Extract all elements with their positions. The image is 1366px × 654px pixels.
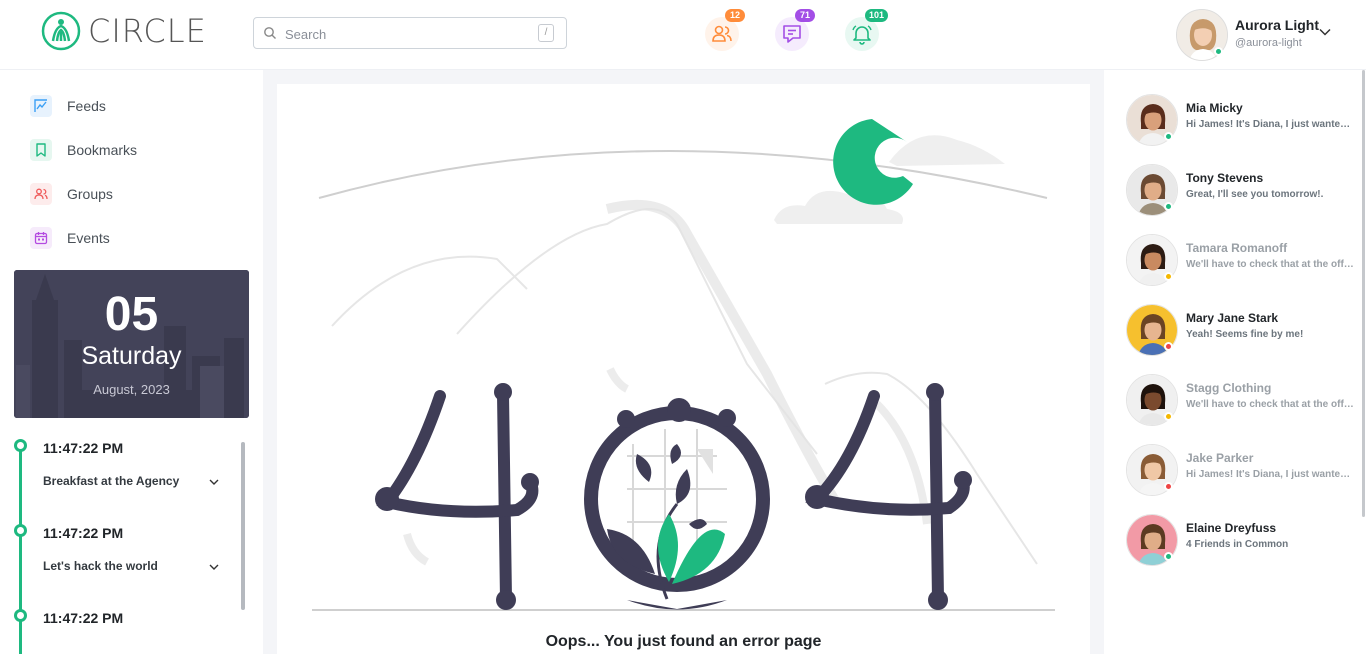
error-404-illustration	[312, 119, 1055, 611]
users-icon	[30, 183, 52, 205]
status-dot	[1164, 342, 1173, 351]
nav-label: Bookmarks	[67, 142, 138, 158]
feeds-icon	[30, 95, 52, 117]
left-sidebar: Feeds Bookmarks Groups Events 05 Saturda…	[0, 70, 263, 654]
status-dot	[1164, 482, 1173, 491]
search-box[interactable]: /	[253, 17, 567, 49]
contact-name: Elaine Dreyfuss	[1186, 521, 1277, 535]
top-header: CIRCLE / 12 71 101	[0, 0, 1366, 70]
contact-last-message: Yeah! Seems fine by me!	[1186, 329, 1304, 340]
timeline-time: 11:47:22 PM	[43, 440, 124, 456]
contact-name: Mary Jane Stark	[1186, 311, 1279, 325]
notifications-button[interactable]: 101	[845, 9, 889, 51]
chevron-down-icon[interactable]	[208, 476, 220, 488]
nav-item-bookmarks[interactable]: Bookmarks	[30, 138, 137, 162]
contact-name: Mia Micky	[1186, 101, 1243, 115]
contact-last-message: Great, I'll see you tomorrow!.	[1186, 189, 1324, 200]
messages-badge: 71	[795, 9, 815, 22]
logo-text: CIRCLE	[88, 12, 207, 50]
users-icon	[712, 25, 732, 42]
error-card: Oops... You just found an error page	[277, 84, 1090, 654]
timeline-event-title: Let's hack the world	[43, 559, 158, 573]
message-icon	[783, 25, 801, 43]
error-message: Oops... You just found an error page	[545, 633, 822, 650]
timeline-scrollbar[interactable]	[241, 442, 245, 610]
search-icon	[264, 27, 276, 39]
date-weekday: Saturday	[81, 342, 182, 370]
events-timeline: 11:47:22 PM Breakfast at the Agency 11:4…	[12, 438, 237, 654]
timeline-dot	[14, 439, 27, 452]
date-day: 05	[104, 288, 159, 341]
profile-menu[interactable]: Aurora Light @aurora-light	[1176, 9, 1346, 61]
timeline-line	[19, 444, 22, 654]
nav-item-groups[interactable]: Groups	[30, 182, 113, 206]
profile-handle: @aurora-light	[1235, 37, 1302, 49]
contact-name: Stagg Clothing	[1186, 381, 1272, 395]
contact-name: Tamara Romanoff	[1186, 241, 1288, 255]
contact-item[interactable]: Stagg Clothing We'll have to check that a…	[1126, 374, 1356, 428]
status-dot	[1164, 412, 1173, 421]
bookmark-icon	[30, 139, 52, 161]
timeline-dot	[14, 609, 27, 622]
notifications-badge: 101	[865, 9, 889, 22]
friends-badge: 12	[725, 9, 745, 22]
logo[interactable]: CIRCLE	[40, 10, 207, 52]
contact-last-message: We'll have to check that at the office	[1186, 259, 1356, 270]
contact-item[interactable]: Tony Stevens Great, I'll see you tomorrow…	[1126, 164, 1356, 218]
timeline-time: 11:47:22 PM	[43, 525, 124, 541]
contact-last-message: 4 Friends in Common	[1186, 539, 1289, 550]
contact-name: Tony Stevens	[1186, 171, 1264, 185]
timeline-time: 11:47:22 PM	[43, 610, 124, 626]
profile-name: Aurora Light	[1235, 17, 1319, 33]
contact-item[interactable]: Mary Jane Stark Yeah! Seems fine by me!	[1126, 304, 1356, 358]
online-status-dot	[1214, 47, 1223, 56]
date-card: 05 Saturday August, 2023	[14, 270, 249, 418]
chevron-down-icon[interactable]	[1318, 25, 1332, 39]
contact-last-message: Hi James! It's Diana, I just wanted to l…	[1186, 119, 1356, 130]
chevron-down-icon[interactable]	[208, 561, 220, 573]
nav-item-feeds[interactable]: Feeds	[30, 94, 106, 118]
status-dot	[1164, 132, 1173, 141]
nav-label: Feeds	[67, 98, 106, 114]
search-shortcut-key: /	[538, 24, 554, 42]
friends-button[interactable]: 12	[705, 9, 745, 51]
nav-label: Events	[67, 230, 110, 246]
right-sidebar-contacts: Mia Micky Hi James! It's Diana, I just wa…	[1104, 70, 1366, 654]
bell-icon	[852, 25, 872, 45]
contacts-scrollbar[interactable]	[1362, 70, 1365, 517]
circle-logo-icon	[41, 11, 81, 51]
contact-last-message: We'll have to check that at the office	[1186, 399, 1356, 410]
contact-item[interactable]: Jake Parker Hi James! It's Diana, I just …	[1126, 444, 1356, 498]
date-month-year: August, 2023	[93, 382, 170, 397]
status-dot	[1164, 202, 1173, 211]
search-input[interactable]	[285, 25, 525, 43]
nav-label: Groups	[67, 186, 113, 202]
messages-button[interactable]: 71	[775, 9, 815, 51]
status-dot	[1164, 272, 1173, 281]
status-dot	[1164, 552, 1173, 561]
contact-item[interactable]: Mia Micky Hi James! It's Diana, I just wa…	[1126, 94, 1356, 148]
calendar-icon	[30, 227, 52, 249]
contact-item[interactable]: Elaine Dreyfuss 4 Friends in Common	[1126, 514, 1356, 568]
contact-last-message: Hi James! It's Diana, I just wanted to l…	[1186, 469, 1356, 480]
contact-item[interactable]: Tamara Romanoff We'll have to check that …	[1126, 234, 1356, 288]
timeline-dot	[14, 524, 27, 537]
contact-name: Jake Parker	[1186, 451, 1254, 465]
nav-item-events[interactable]: Events	[30, 226, 110, 250]
timeline-event-title: Breakfast at the Agency	[43, 474, 180, 488]
